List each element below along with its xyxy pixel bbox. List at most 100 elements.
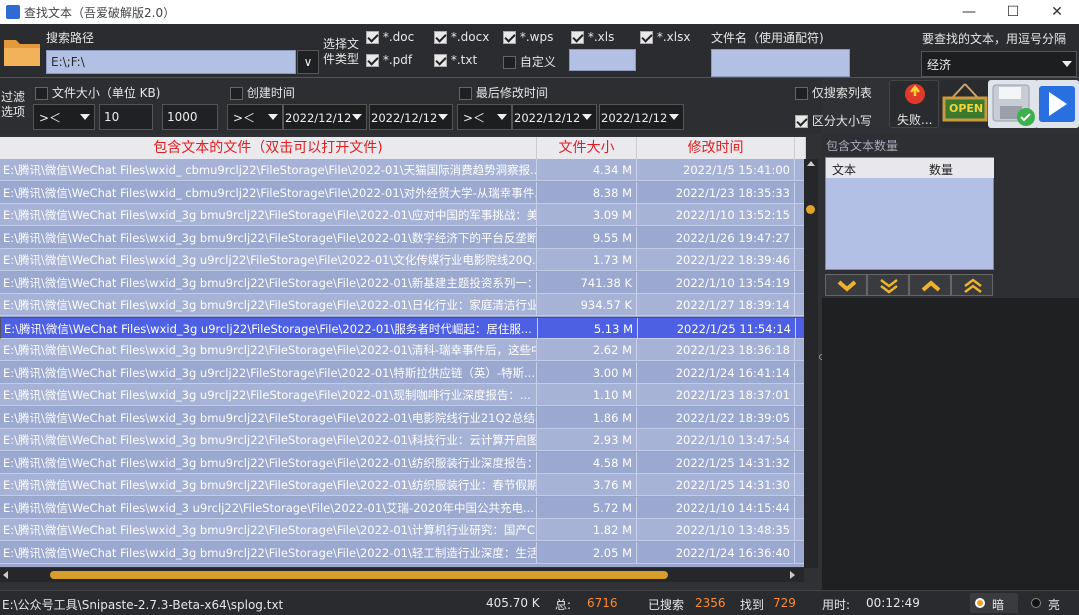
theme-light-option[interactable]: 亮 <box>1028 593 1078 613</box>
table-row[interactable]: E:\腾讯\微信\WeChat Files\wxid_3g bmu9rclj22… <box>0 406 806 429</box>
chevron-down-icon <box>438 114 448 120</box>
size-min-input[interactable]: 10 <box>99 104 153 130</box>
modified-time-cell: 2022/1/24 16:41:14 <box>637 361 795 384</box>
table-row[interactable]: E:\腾讯\微信\WeChat Files\wxid_3g bmu9rclj22… <box>0 271 806 294</box>
type-doc[interactable]: *.doc <box>366 30 414 44</box>
case-sensitive-toggle[interactable]: 区分大小写 <box>795 112 872 129</box>
type-wps[interactable]: *.wps <box>503 30 553 44</box>
minimize-button[interactable]: — <box>947 0 991 24</box>
table-row[interactable]: E:\腾讯\微信\WeChat Files\wxid_ cbmu9rclj22\… <box>0 181 806 204</box>
column-header-size[interactable]: 文件大小 <box>537 137 637 159</box>
horizontal-scroll-thumb[interactable] <box>50 571 668 579</box>
move-up-button[interactable] <box>909 274 951 296</box>
only-list-toggle[interactable]: 仅搜索列表 <box>795 84 872 101</box>
type-txt[interactable]: *.txt <box>434 53 477 67</box>
modified-time-cell: 2022/1/25 11:54:14 <box>638 317 796 340</box>
checkbox-icon <box>35 87 48 100</box>
checkbox-icon <box>795 87 808 100</box>
created-from-date[interactable]: 2022/12/12 <box>283 104 367 130</box>
file-path-cell: E:\腾讯\微信\WeChat Files\wxid_3g bmu9rclj22… <box>0 226 537 249</box>
column-header-file[interactable]: 包含文本的文件（双击可以打开文件) <box>0 137 537 159</box>
right-empty-area <box>822 298 1079 590</box>
maximize-button[interactable]: ☐ <box>991 0 1035 24</box>
text-count-table[interactable]: 文本 数量 <box>825 157 994 270</box>
file-path-cell: E:\腾讯\微信\WeChat Files\wxid_3g u9rclj22\F… <box>0 249 537 271</box>
file-size-cell: 1.10 M <box>537 384 637 406</box>
file-path-cell: E:\腾讯\微信\WeChat Files\wxid_3g bmu9rclj22… <box>0 339 537 361</box>
move-top-button[interactable] <box>951 274 993 296</box>
scroll-up-icon[interactable] <box>807 161 815 166</box>
type-pdf[interactable]: *.pdf <box>366 53 412 67</box>
vertical-scrollbar[interactable] <box>804 159 818 568</box>
modified-time-cell: 2022/1/25 14:31:32 <box>637 451 795 474</box>
table-row[interactable]: E:\腾讯\微信\WeChat Files\wxid_3g bmu9rclj22… <box>0 429 806 451</box>
table-row[interactable]: E:\腾讯\微信\WeChat Files\wxid_3 u9rclj22\Fi… <box>0 496 806 519</box>
table-row[interactable]: E:\腾讯\微信\WeChat Files\wxid_3g u9rclj22\F… <box>0 316 806 340</box>
fail-button[interactable]: 失败... <box>889 80 939 128</box>
close-button[interactable]: ✕ <box>1035 0 1079 24</box>
scroll-thumb[interactable] <box>806 205 815 214</box>
modified-time-cell: 2022/1/10 13:54:19 <box>637 271 795 294</box>
file-path-cell: E:\腾讯\微信\WeChat Files\wxid_3g bmu9rclj22… <box>0 294 537 316</box>
file-size-cell: 2.05 M <box>537 541 637 564</box>
table-row[interactable]: E:\腾讯\微信\WeChat Files\wxid_3g bmu9rclj22… <box>0 204 806 226</box>
table-row[interactable]: E:\腾讯\微信\WeChat Files\wxid_ cbmu9rclj22\… <box>0 159 806 181</box>
scroll-right-icon[interactable] <box>790 571 795 579</box>
theme-dark-option[interactable]: 暗 <box>970 593 1018 613</box>
table-row[interactable]: E:\腾讯\微信\WeChat Files\wxid_3g bmu9rclj22… <box>0 339 806 361</box>
table-row[interactable]: E:\腾讯\微信\WeChat Files\wxid_3g bmu9rclj22… <box>0 294 806 316</box>
window-title: 查找文本（吾爱破解版2.0） <box>24 6 176 20</box>
table-row[interactable]: E:\腾讯\微信\WeChat Files\wxid_3g bmu9rclj22… <box>0 226 806 249</box>
filename-input[interactable] <box>711 49 850 77</box>
status-path: E:\公众号工具\Snipaste-2.7.3-Beta-x64\splog.t… <box>2 598 284 612</box>
created-op-select[interactable]: >＜ <box>227 104 283 130</box>
checkbox-icon <box>640 31 653 44</box>
table-row[interactable]: E:\腾讯\微信\WeChat Files\wxid_3g u9rclj22\F… <box>0 361 806 384</box>
table-row[interactable]: E:\腾讯\微信\WeChat Files\wxid_3g bmu9rclj22… <box>0 474 806 496</box>
file-size-cell: 3.76 M <box>537 474 637 496</box>
file-path-cell: E:\腾讯\微信\WeChat Files\wxid_3g bmu9rclj22… <box>0 519 537 541</box>
table-row[interactable]: E:\腾讯\微信\WeChat Files\wxid_3g bmu9rclj22… <box>0 519 806 541</box>
type-custom[interactable]: 自定义 <box>503 53 556 70</box>
folder-icon[interactable] <box>2 34 42 68</box>
searched-count: 2356 <box>695 596 726 610</box>
table-row[interactable]: E:\腾讯\微信\WeChat Files\wxid_3g u9rclj22\F… <box>0 384 806 406</box>
modified-filter-toggle[interactable]: 最后修改时间 <box>459 84 548 101</box>
file-size-cell: 5.13 M <box>538 317 638 340</box>
total-label: 总: <box>555 598 572 612</box>
table-row[interactable]: E:\腾讯\微信\WeChat Files\wxid_3g bmu9rclj22… <box>0 451 806 474</box>
move-bottom-button[interactable] <box>825 274 867 296</box>
created-filter-toggle[interactable]: 创建时间 <box>230 84 295 101</box>
move-down-button[interactable] <box>867 274 909 296</box>
save-button[interactable] <box>988 80 1038 128</box>
checkbox-icon <box>434 31 447 44</box>
modified-time-cell: 2022/1/23 18:36:18 <box>637 339 795 361</box>
modified-op-select[interactable]: >＜ <box>457 104 512 130</box>
scroll-left-icon[interactable] <box>3 571 8 579</box>
path-input[interactable]: E:\;F:\ <box>46 50 296 74</box>
table-row[interactable]: E:\腾讯\微信\WeChat Files\wxid_3g u9rclj22\F… <box>0 249 806 271</box>
size-max-input[interactable]: 1000 <box>162 104 218 130</box>
modified-to-date[interactable]: 2022/12/12 <box>599 104 684 130</box>
found-label: 找到 <box>740 598 765 612</box>
results-table[interactable]: 包含文本的文件（双击可以打开文件) 文件大小 修改时间 E:\腾讯\微信\WeC… <box>0 137 806 567</box>
chevron-down-icon <box>352 114 362 120</box>
type-xlsx[interactable]: *.xlsx <box>640 30 690 44</box>
path-dropdown-button[interactable]: ∨ <box>297 50 319 74</box>
search-text-select[interactable]: 经济 <box>921 51 1077 77</box>
open-button[interactable]: OPEN <box>940 80 990 128</box>
size-op-select[interactable]: >＜ <box>33 104 95 130</box>
created-to-date[interactable]: 2022/12/12 <box>369 104 453 130</box>
start-search-button[interactable] <box>1035 80 1079 128</box>
column-header-time[interactable]: 修改时间 <box>637 137 795 159</box>
size-filter-toggle[interactable]: 文件大小（单位 KB) <box>35 84 160 101</box>
table-row[interactable]: E:\腾讯\微信\WeChat Files\wxid_3g bmu9rclj22… <box>0 541 806 564</box>
type-docx[interactable]: *.docx <box>434 30 489 44</box>
type-xls[interactable]: *.xls <box>571 30 614 44</box>
horizontal-scrollbar[interactable] <box>0 568 804 582</box>
modified-from-date[interactable]: 2022/12/12 <box>512 104 597 130</box>
save-disk-icon <box>992 84 1035 126</box>
chevron-up-icon <box>921 280 941 292</box>
custom-type-input[interactable] <box>569 49 636 71</box>
double-chevron-up-icon <box>964 278 982 293</box>
